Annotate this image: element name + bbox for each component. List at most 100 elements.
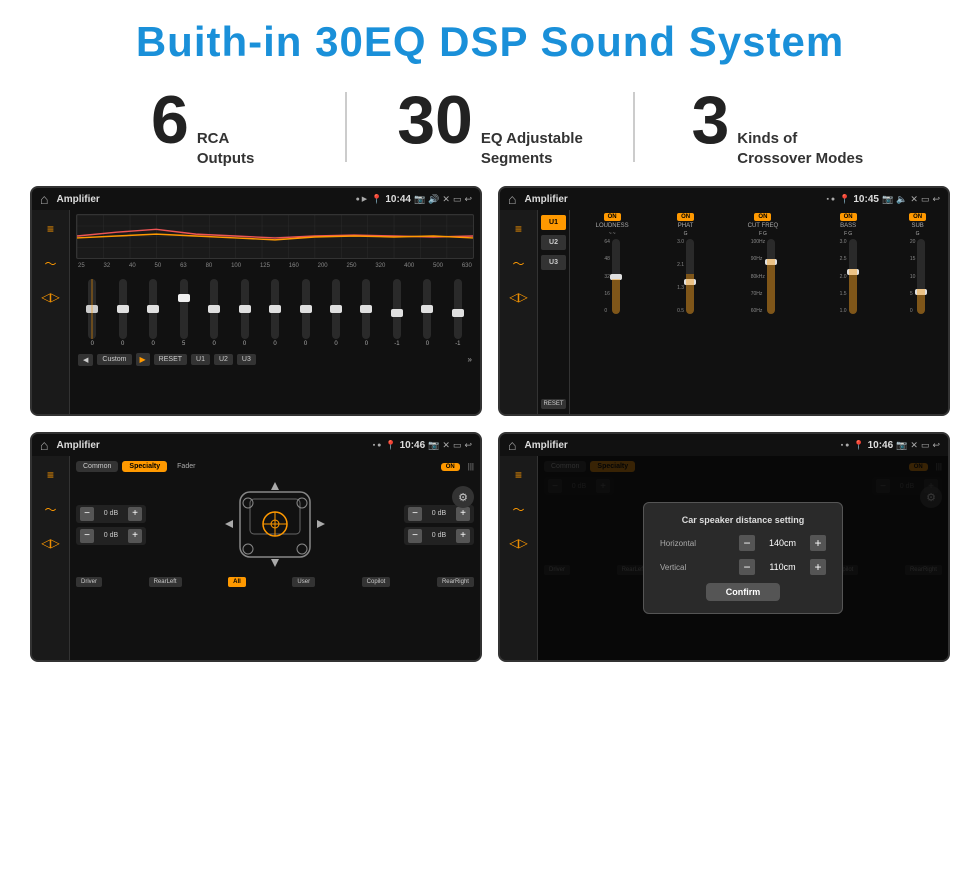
home-icon-4[interactable]: ⌂ [508, 437, 516, 453]
vol-minus-2[interactable]: − [80, 529, 94, 543]
tab-common[interactable]: Common [76, 461, 118, 472]
vol-plus-4[interactable]: + [456, 529, 470, 543]
slider-10[interactable]: 0 [352, 279, 380, 347]
rearleft-btn[interactable]: RearLeft [149, 577, 182, 587]
back-icon-2[interactable]: ↩ [932, 194, 940, 205]
wave-icon-2[interactable]: 〜 [508, 252, 530, 274]
vol-val-3: 0 dB [425, 510, 453, 517]
xover-reset[interactable]: RESET [541, 399, 566, 409]
vol-val-2: 0 dB [97, 532, 125, 539]
ctrl-loudness: ON LOUDNESS ~~ 644832160 [573, 213, 651, 411]
phat-on[interactable]: ON [677, 213, 694, 221]
slider-2[interactable]: 0 [108, 279, 136, 347]
slider-6[interactable]: 0 [230, 279, 258, 347]
slider-5[interactable]: 0 [200, 279, 228, 347]
vol-plus-1[interactable]: + [128, 507, 142, 521]
stat-rca-label: RCAOutputs [197, 129, 255, 168]
eq-sliders: 0 0 0 5 0 0 0 0 0 0 -1 0 -1 [76, 272, 474, 347]
status-icons-1: 📍 10:44 📷 🔊 ✕ ▭ ↩ [371, 194, 472, 205]
preset-u2[interactable]: U2 [541, 235, 566, 250]
loudness-slider[interactable] [612, 239, 620, 314]
settings-icon[interactable]: ⚙ [452, 486, 474, 508]
x-icon-4: ✕ [910, 440, 918, 451]
wave-icon[interactable]: 〜 [40, 252, 62, 274]
slider-1[interactable]: 0 [78, 279, 106, 347]
horizontal-minus[interactable]: − [739, 535, 755, 551]
sub-slider[interactable] [917, 239, 925, 314]
dialog-main: Common Specialty ON ||| − 0 dB + [538, 456, 948, 660]
vol-minus-3[interactable]: − [408, 507, 422, 521]
user-btn[interactable]: User [292, 577, 315, 587]
wave-icon-4[interactable]: 〜 [508, 498, 530, 520]
vol-plus-3[interactable]: + [456, 507, 470, 521]
eq-graph[interactable] [76, 214, 474, 259]
screen-dialog: ⌂ Amplifier ▪ ● 📍 10:46 📷 ✕ ▭ ↩ ≡ 〜 ◁▷ C… [498, 432, 950, 662]
slider-11[interactable]: -1 [383, 279, 411, 347]
back-icon[interactable]: ↩ [464, 194, 472, 205]
all-btn[interactable]: All [228, 577, 246, 587]
u2-button[interactable]: U2 [214, 354, 233, 365]
phat-slider[interactable] [686, 239, 694, 314]
vertical-value: 110cm [760, 562, 805, 572]
back-icon-4[interactable]: ↩ [932, 440, 940, 451]
u1-button[interactable]: U1 [191, 354, 210, 365]
slider-4[interactable]: 5 [169, 279, 197, 347]
stat-eq: 30 EQ AdjustableSegments [347, 86, 632, 168]
slider-9[interactable]: 0 [322, 279, 350, 347]
speaker-icon-4[interactable]: ◁▷ [508, 532, 530, 554]
slider-7[interactable]: 0 [261, 279, 289, 347]
speaker-icon[interactable]: ◁▷ [40, 286, 62, 308]
slider-8[interactable]: 0 [291, 279, 319, 347]
bass-on[interactable]: ON [840, 213, 857, 221]
clock-4: 10:46 [868, 440, 894, 451]
preset-u3[interactable]: U3 [541, 255, 566, 270]
vol-minus-1[interactable]: − [80, 507, 94, 521]
eq-icon-4[interactable]: ≡ [508, 464, 530, 486]
back-icon-3[interactable]: ↩ [464, 440, 472, 451]
slider-12[interactable]: 0 [413, 279, 441, 347]
vertical-minus[interactable]: − [739, 559, 755, 575]
ctrl-phat: ON PHAT G 3.02.11.30.5 [654, 213, 717, 411]
u3-button[interactable]: U3 [237, 354, 256, 365]
ctrl-sub: ON SUB G 20151050 [890, 213, 945, 411]
horizontal-plus[interactable]: + [810, 535, 826, 551]
cutfreq-slider[interactable] [767, 239, 775, 314]
speaker-icon-3[interactable]: ◁▷ [40, 532, 62, 554]
fader-main: Common Specialty Fader ON ||| − 0 dB + [70, 456, 480, 660]
screen1-title: Amplifier [56, 194, 351, 205]
eq-icon[interactable]: ≡ [40, 218, 62, 240]
bass-slider[interactable] [849, 239, 857, 314]
ctrl-cutfreq: ON CUT FREQ FG 100Hz90Hz80kHz70Hz60Hz [720, 213, 806, 411]
rearright-btn[interactable]: RearRight [437, 577, 474, 587]
sub-on[interactable]: ON [909, 213, 926, 221]
eq-icon-3[interactable]: ≡ [40, 464, 62, 486]
slider-3[interactable]: 0 [139, 279, 167, 347]
eq-icon-2[interactable]: ≡ [508, 218, 530, 240]
copilot-btn[interactable]: Copilot [362, 577, 391, 587]
driver-btn[interactable]: Driver [76, 577, 102, 587]
dialog-overlay: Car speaker distance setting Horizontal … [538, 456, 948, 660]
window-icon-4: ▭ [921, 440, 930, 451]
confirm-button[interactable]: Confirm [706, 583, 781, 601]
right-vol-controls: − 0 dB + − 0 dB + [404, 505, 474, 545]
vol-minus-4[interactable]: − [408, 529, 422, 543]
cutfreq-on[interactable]: ON [754, 213, 771, 221]
tab-specialty[interactable]: Specialty [122, 461, 167, 472]
preset-u1[interactable]: U1 [541, 215, 566, 230]
x-icon-3: ✕ [442, 440, 450, 451]
ctrl-bass: ON BASS FG 3.02.52.01.51.0 [809, 213, 887, 411]
fader-on-badge[interactable]: ON [441, 463, 460, 471]
wave-icon-3[interactable]: 〜 [40, 498, 62, 520]
prev-button[interactable]: ◀ [78, 354, 93, 366]
reset-button[interactable]: RESET [154, 354, 187, 365]
play-button[interactable]: ▶ [136, 353, 150, 366]
vol-plus-2[interactable]: + [128, 529, 142, 543]
stat-rca: 6 RCAOutputs [60, 86, 345, 168]
home-icon-2[interactable]: ⌂ [508, 191, 516, 207]
slider-13[interactable]: -1 [444, 279, 472, 347]
home-icon-3[interactable]: ⌂ [40, 437, 48, 453]
vertical-plus[interactable]: + [810, 559, 826, 575]
speaker-icon-2[interactable]: ◁▷ [508, 286, 530, 308]
home-icon[interactable]: ⌂ [40, 191, 48, 207]
loudness-on[interactable]: ON [604, 213, 621, 221]
